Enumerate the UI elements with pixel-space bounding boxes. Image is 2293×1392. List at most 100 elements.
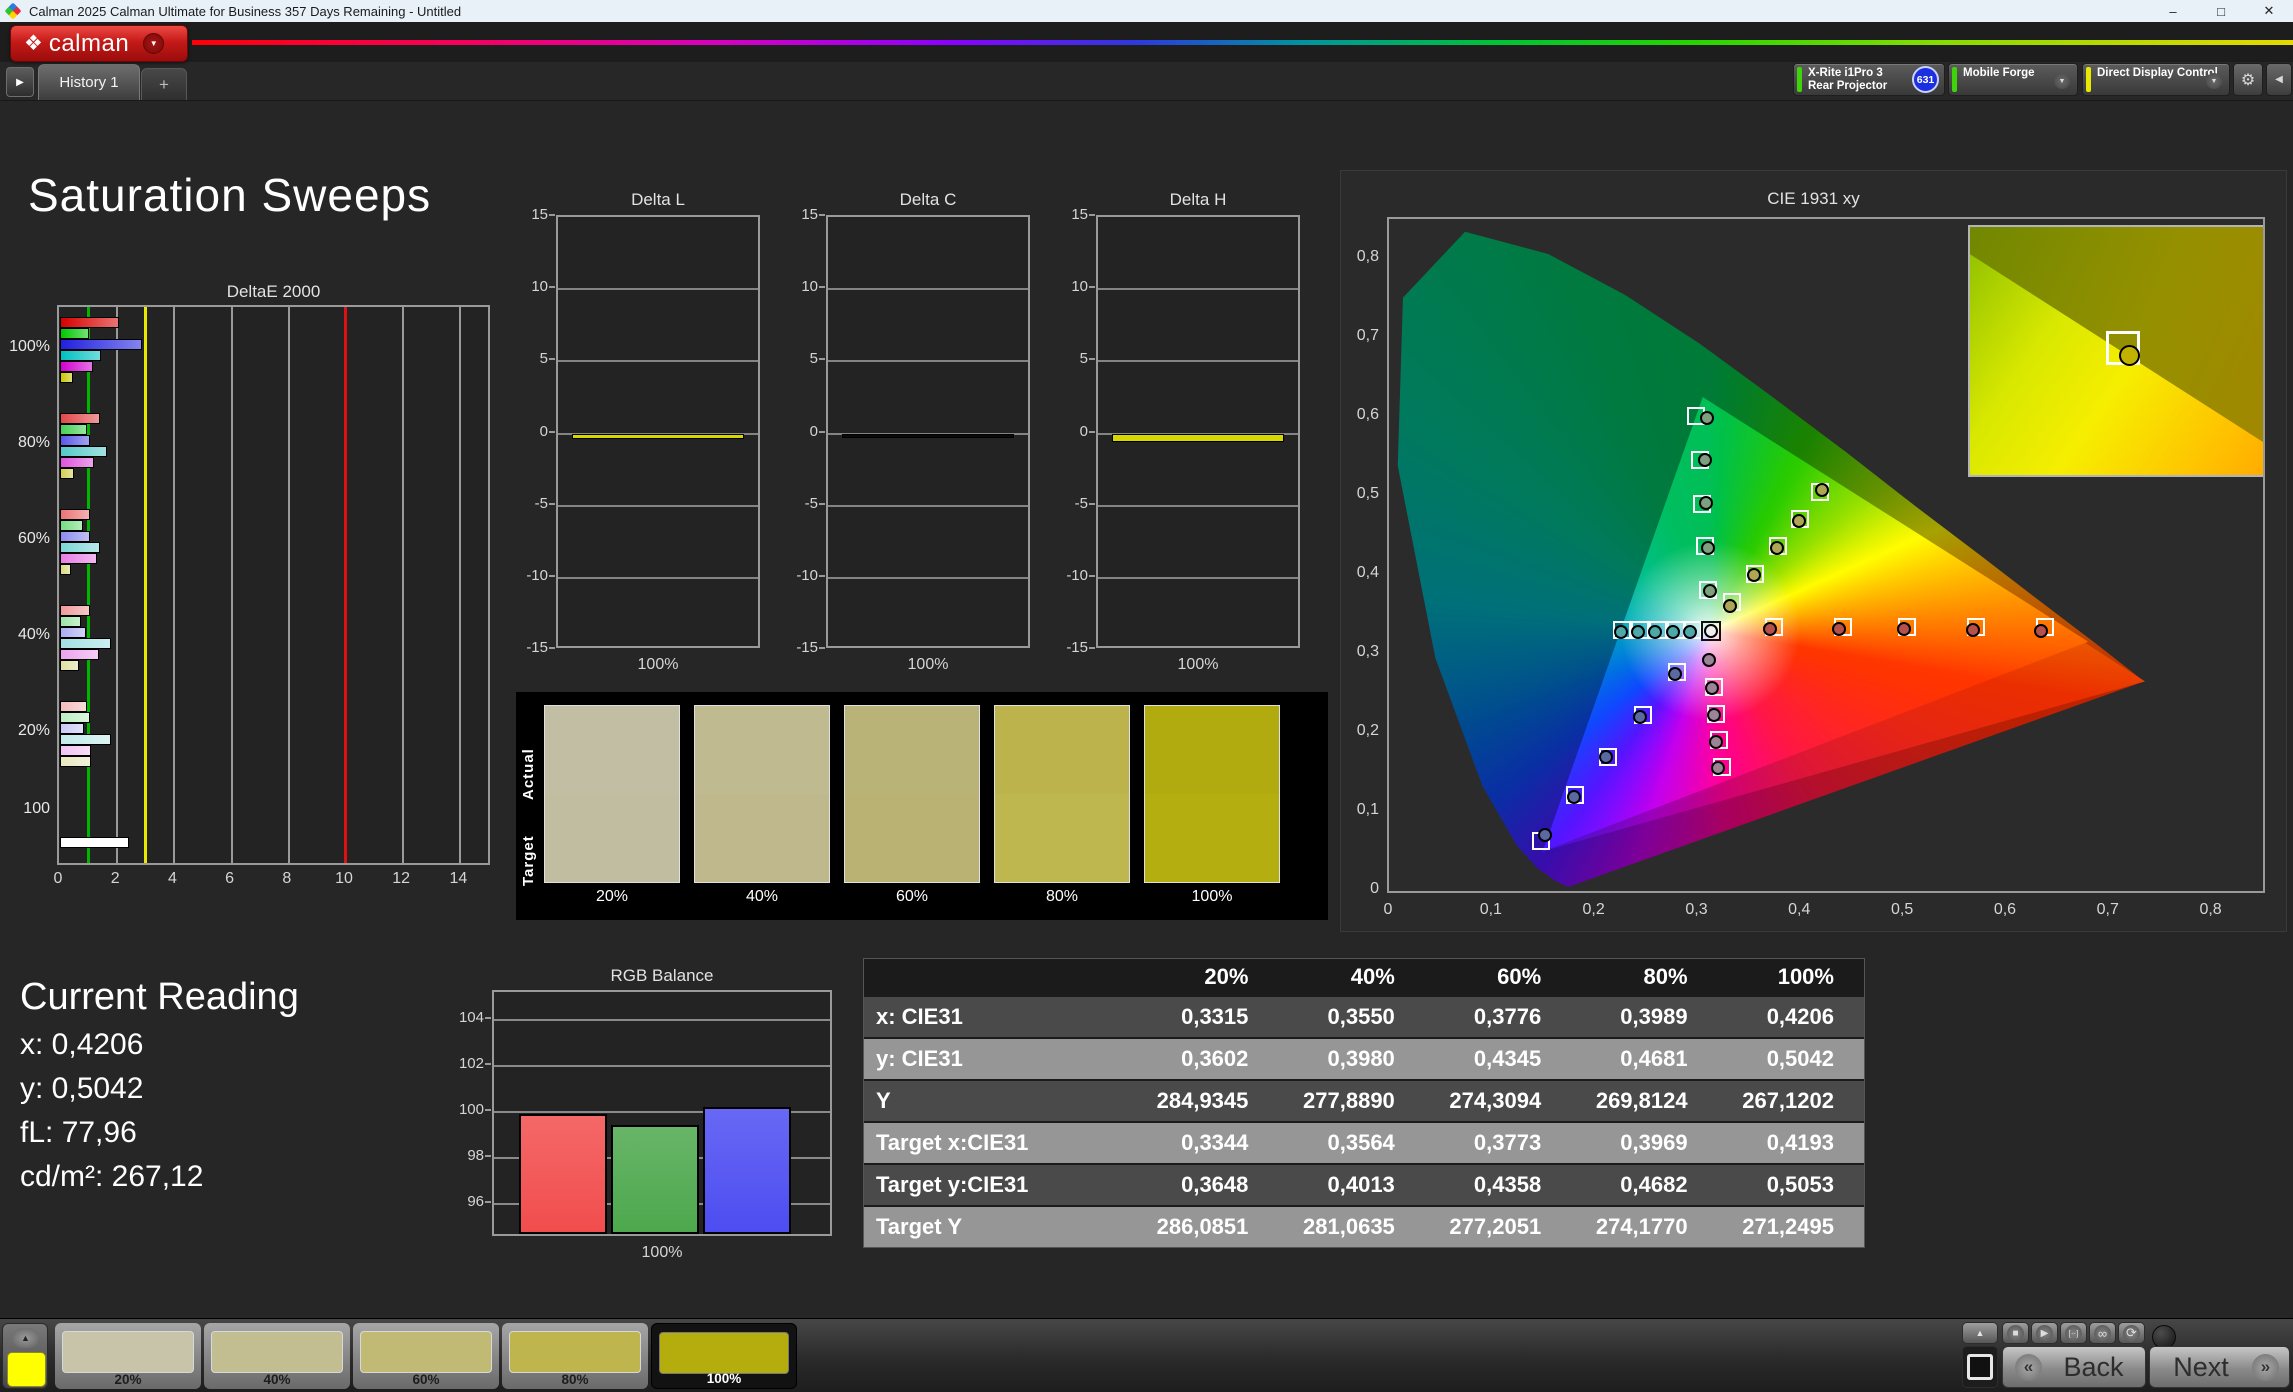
tab-history-1[interactable]: History 1 bbox=[38, 64, 140, 100]
close-icon[interactable]: ✕ bbox=[2245, 0, 2293, 22]
deltae-bar bbox=[60, 520, 83, 531]
delta-y-tick: 15 bbox=[801, 206, 818, 223]
deltae-gridline bbox=[230, 307, 233, 863]
cie-measured-point bbox=[1665, 624, 1680, 639]
next-button[interactable]: Next » bbox=[2149, 1346, 2290, 1388]
delta-c-chart: Delta C 100% 15 10 5 0 -5 -10 -15 bbox=[796, 190, 1030, 673]
swatch-target bbox=[845, 794, 979, 882]
meter-mode: Rear Projector bbox=[1808, 80, 1888, 92]
patch-swatch bbox=[62, 1331, 194, 1373]
refresh-icon: ⟳ bbox=[2123, 1324, 2140, 1342]
deltae-bar bbox=[60, 361, 93, 372]
meter-count-badge: 631 bbox=[1912, 66, 1939, 93]
rgb-balance-plot bbox=[492, 990, 832, 1236]
patch-button-100%[interactable]: 100% bbox=[651, 1323, 797, 1389]
transport-up-button[interactable]: ▲ bbox=[1962, 1322, 1998, 1344]
patch-button-label: 100% bbox=[706, 1371, 742, 1386]
deltae-bar bbox=[60, 457, 95, 468]
cie-x-tick: 0,6 bbox=[1993, 901, 2017, 918]
deltae-gridline bbox=[116, 307, 119, 863]
stop-icon: ■ bbox=[2007, 1324, 2024, 1342]
table-cell: 0,5042 bbox=[1766, 1046, 1834, 1071]
source-select-dropdown[interactable]: Mobile Forge ▼ bbox=[1948, 63, 2078, 96]
rgb-bar-green bbox=[611, 1125, 699, 1234]
back-button[interactable]: « Back bbox=[2002, 1346, 2146, 1388]
deltae-bar bbox=[60, 723, 85, 734]
deltae-bar bbox=[60, 756, 92, 767]
deltae-x-tick: 10 bbox=[335, 870, 353, 887]
deltae-bar bbox=[60, 649, 99, 660]
calman-logo-text: calman bbox=[48, 29, 130, 57]
transport-stop-button[interactable]: ■ bbox=[2002, 1322, 2029, 1344]
transport-play-button[interactable]: ▶ bbox=[2031, 1322, 2058, 1344]
delta-bar bbox=[842, 433, 1014, 438]
rgb-y-tickmark bbox=[485, 1062, 491, 1065]
deltae-bar bbox=[60, 372, 73, 383]
delta-y-tick: 10 bbox=[1071, 278, 1088, 296]
back-button-label: Back bbox=[2063, 1351, 2124, 1382]
maximize-icon[interactable]: □ bbox=[2197, 0, 2245, 22]
swatch-actual bbox=[1145, 706, 1279, 794]
delta-gridline bbox=[558, 504, 758, 507]
cie-chart bbox=[1387, 217, 2265, 893]
settings-button[interactable]: ⚙ bbox=[2233, 63, 2263, 96]
delta-y-tickmark bbox=[1089, 214, 1095, 216]
minimize-icon[interactable]: – bbox=[2149, 0, 2197, 22]
delta-y-tick: 15 bbox=[531, 206, 548, 223]
deltae-group-label: 100% bbox=[9, 338, 50, 355]
transport-loop-button[interactable]: ∞ bbox=[2089, 1322, 2116, 1344]
test-patch-preview[interactable] bbox=[7, 1352, 46, 1387]
cie-y-tick: 0,7 bbox=[1356, 326, 1379, 344]
delta-y-tickmark bbox=[819, 574, 825, 577]
collapse-toolbar-button[interactable]: ◀ bbox=[2266, 63, 2292, 96]
table-cell: 0,3969 bbox=[1620, 1130, 1688, 1155]
cie-measured-point bbox=[1814, 483, 1829, 498]
swatch-target bbox=[995, 794, 1129, 882]
patch-button-80%[interactable]: 80% bbox=[502, 1323, 648, 1389]
cie-y-tick: 0,3 bbox=[1356, 642, 1379, 660]
delta-y-tick: -10 bbox=[1066, 566, 1088, 584]
cie-measured-point bbox=[1700, 540, 1715, 555]
expand-panel-button[interactable]: ▶ bbox=[6, 67, 34, 97]
patch-button-40%[interactable]: 40% bbox=[204, 1323, 350, 1389]
table-cell: 267,1202 bbox=[1742, 1088, 1834, 1113]
delta-y-tickmark bbox=[549, 574, 555, 577]
delta-y-tickmark bbox=[549, 214, 555, 216]
rgb-y-tick: 96 bbox=[467, 1192, 484, 1210]
cie-y-tick: 0 bbox=[1370, 880, 1379, 897]
patch-button-20%[interactable]: 20% bbox=[55, 1323, 201, 1389]
table-header-row: 20% 40% 60% 80% 100% bbox=[864, 959, 1864, 995]
table-cell: 0,4358 bbox=[1473, 1172, 1542, 1197]
deltae-bar bbox=[60, 509, 91, 520]
delta-gridline bbox=[828, 576, 1028, 579]
table-cell: 0,3980 bbox=[1327, 1046, 1395, 1071]
table-row-label: Y bbox=[876, 1088, 891, 1113]
swatch-label: 80% bbox=[1045, 888, 1079, 905]
add-tab-button[interactable]: + bbox=[141, 68, 187, 100]
deltae-x-tick: 12 bbox=[392, 870, 411, 887]
patch-button-60%[interactable]: 60% bbox=[353, 1323, 499, 1389]
saturation-swatch-60% bbox=[844, 705, 980, 883]
cie-x-tick: 0,8 bbox=[2199, 901, 2222, 918]
table-row: Target y:CIE31 0,3648 0,4013 0,4358 0,4682 0,… bbox=[864, 1163, 1864, 1205]
delta-y-tick: -5 bbox=[534, 494, 548, 512]
cie-x-tick: 0 bbox=[1383, 901, 1393, 918]
current-reading-x: x: 0,4206 bbox=[20, 1028, 144, 1061]
display-control-name: Direct Display Control bbox=[2097, 67, 2218, 79]
transport-refresh-button[interactable]: ⟳ bbox=[2118, 1322, 2145, 1344]
up-arrow-icon: ▲ bbox=[1975, 1328, 1985, 1338]
delta-y-tick: -5 bbox=[1074, 494, 1088, 512]
saturation-swatch-80% bbox=[994, 705, 1130, 883]
patch-stop-button[interactable] bbox=[1962, 1346, 1998, 1388]
table-row-label: y: CIE31 bbox=[876, 1046, 963, 1071]
delta-y-tickmark bbox=[1089, 430, 1095, 433]
calman-menu-button[interactable]: ❖ calman ▼ bbox=[10, 25, 188, 62]
swatch-label: 40% bbox=[745, 888, 779, 905]
delta-y-tickmark bbox=[819, 502, 825, 505]
up-arrow-icon[interactable]: ▲ bbox=[12, 1328, 39, 1348]
deltae-bar bbox=[60, 616, 82, 627]
display-control-dropdown[interactable]: Direct Display Control ▼ bbox=[2082, 63, 2230, 96]
table-cell: 0,3648 bbox=[1181, 1172, 1249, 1197]
transport-range-button[interactable]: [··] bbox=[2060, 1322, 2087, 1344]
delta-gridline bbox=[558, 360, 758, 363]
